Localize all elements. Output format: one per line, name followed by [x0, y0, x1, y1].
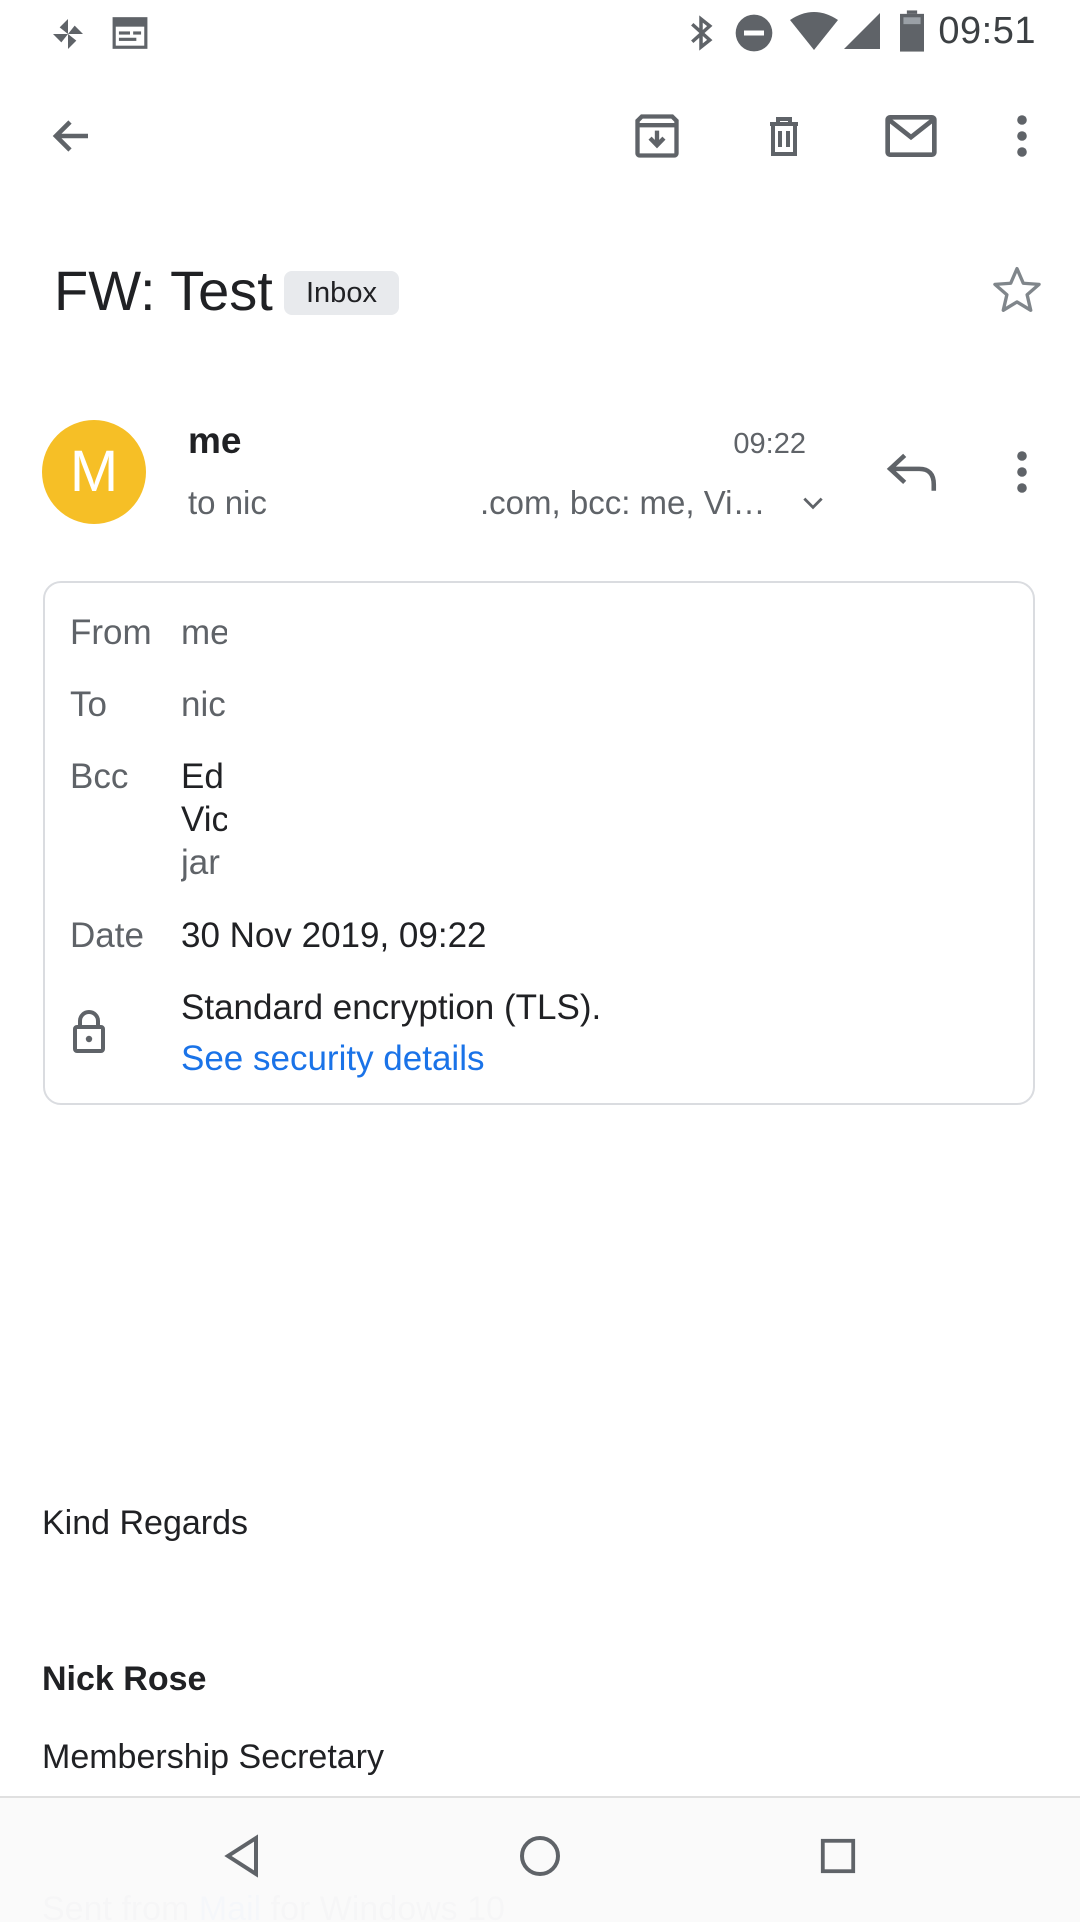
wifi-icon [790, 12, 838, 50]
recipients-prefix: to nic [188, 484, 267, 521]
clock-time: 09:51 [938, 10, 1036, 52]
battery-icon [900, 10, 924, 52]
status-bar: 09:51 [0, 0, 1080, 66]
from-value: me [181, 613, 227, 652]
signature-title: Membership Secretary [42, 1738, 385, 1776]
mark-unread-icon[interactable] [871, 96, 951, 176]
to-value: nic [181, 685, 226, 724]
navigation-bar [0, 1796, 1080, 1922]
recents-square-icon[interactable] [798, 1816, 878, 1896]
recipients-summary[interactable]: to nic .com, bcc: me, Vi… [188, 484, 765, 522]
signal-icon [844, 12, 880, 50]
date-value: 30 Nov 2019, 09:22 [181, 916, 487, 955]
date-label: Date [70, 916, 144, 955]
message-more-icon[interactable] [982, 432, 1062, 512]
bluetooth-icon [686, 12, 716, 54]
encryption-text: Standard encryption (TLS). [181, 988, 602, 1027]
back-arrow-icon[interactable] [32, 96, 112, 176]
to-label: To [70, 685, 107, 724]
home-circle-icon[interactable] [500, 1816, 580, 1896]
bcc-value: jar [181, 843, 220, 882]
details-card: From me To nic Bcc Ed Vic jar Date 30 No… [43, 581, 1035, 1105]
sender-time: 09:22 [733, 428, 806, 460]
calendar-icon [110, 14, 150, 52]
signature-name: Nick Rose [42, 1660, 207, 1698]
pinwheel-icon [48, 14, 88, 54]
avatar[interactable]: M [42, 420, 146, 524]
recipients-suffix: .com, bcc: me, Vi… [480, 484, 766, 521]
reply-icon[interactable] [873, 432, 953, 512]
chevron-down-icon[interactable] [800, 490, 826, 516]
email-subject: FW: Test [54, 259, 273, 322]
more-vert-icon[interactable] [982, 96, 1062, 176]
archive-icon[interactable] [617, 96, 697, 176]
bcc-value: Ed [181, 757, 224, 796]
bcc-value: Vic [181, 800, 227, 839]
delete-icon[interactable] [744, 96, 824, 176]
do-not-disturb-icon [734, 13, 774, 53]
closing-text: Kind Regards [42, 1504, 249, 1542]
from-label: From [70, 613, 152, 652]
security-details-link[interactable]: See security details [181, 1039, 484, 1079]
sender-name: me [188, 420, 242, 461]
lock-icon [71, 1009, 107, 1053]
star-icon[interactable] [977, 250, 1057, 330]
back-triangle-icon[interactable] [202, 1816, 282, 1896]
redacted-space [268, 484, 480, 522]
bcc-label: Bcc [70, 757, 129, 796]
label-chip[interactable]: Inbox [284, 271, 399, 315]
